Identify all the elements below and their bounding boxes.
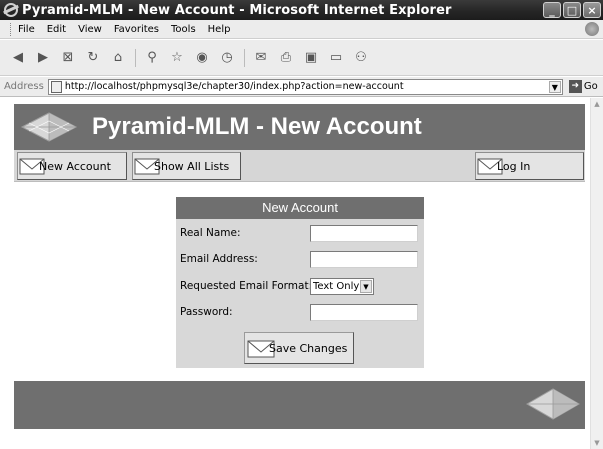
edit-icon[interactable]: ▣ [303, 50, 319, 66]
real-name-row: Real Name: [176, 223, 424, 243]
form-heading: New Account [176, 197, 424, 219]
page-title: Pyramid-MLM - New Account [92, 113, 422, 140]
scroll-up-icon[interactable]: ▲ [591, 98, 603, 110]
password-row: Password: [176, 302, 424, 322]
window-title: Pyramid-MLM - New Account - Microsoft In… [22, 2, 452, 18]
search-icon[interactable]: ⚲ [144, 50, 160, 66]
pyramid-logo-icon [525, 388, 581, 420]
new-account-label: New Account [39, 159, 111, 173]
menu-view[interactable]: View [78, 24, 102, 35]
back-icon[interactable]: ◀ [10, 50, 26, 66]
new-account-button[interactable]: New Account [17, 152, 127, 180]
address-url: http://localhost/phpmysql3e/chapter30/in… [64, 81, 404, 92]
menu-favorites[interactable]: Favorites [114, 24, 159, 35]
forward-icon[interactable]: ▶ [35, 50, 51, 66]
window-title-bar[interactable]: Pyramid-MLM - New Account - Microsoft In… [0, 0, 603, 20]
real-name-input[interactable] [310, 224, 418, 242]
favorites-icon[interactable]: ☆ [169, 50, 185, 66]
home-icon[interactable]: ⌂ [110, 50, 126, 66]
nav-bar: New Account Show All Lists Log In [14, 150, 585, 182]
site-header: Pyramid-MLM - New Account [14, 104, 585, 150]
password-input[interactable] [310, 303, 418, 321]
menu-file[interactable]: File [18, 24, 35, 35]
format-select[interactable]: Text Only ▼ [310, 277, 374, 295]
email-label: Email Address: [180, 253, 258, 265]
log-in-label: Log In [497, 159, 531, 173]
go-button[interactable]: ➜ Go [568, 80, 598, 93]
address-input[interactable]: http://localhost/phpmysql3e/chapter30/in… [47, 78, 563, 95]
format-label: Requested Email Format: [180, 280, 313, 292]
new-account-form: New Account Real Name: Email Address: Re… [176, 197, 424, 368]
chevron-down-icon[interactable]: ▼ [360, 279, 372, 293]
go-arrow-icon: ➜ [568, 80, 582, 93]
address-bar: Address http://localhost/phpmysql3e/chap… [0, 77, 603, 97]
toolbar-separator [135, 48, 136, 67]
mail-icon[interactable]: ✉ [253, 50, 269, 66]
address-label: Address [4, 81, 44, 92]
menu-bar: File Edit View Favorites Tools Help [0, 20, 603, 39]
site-footer [14, 381, 585, 429]
minimize-button[interactable]: _ [543, 2, 561, 18]
save-changes-label: Save Changes [269, 341, 348, 355]
format-value: Text Only [313, 280, 360, 292]
print-icon[interactable]: ⎙ [278, 50, 294, 66]
menu-edit[interactable]: Edit [47, 24, 66, 35]
save-changes-button[interactable]: Save Changes [244, 332, 354, 364]
show-all-lists-label: Show All Lists [154, 159, 230, 173]
media-icon[interactable]: ◉ [194, 50, 210, 66]
go-label: Go [583, 81, 598, 92]
menu-grip [10, 22, 12, 36]
messenger-icon[interactable]: ⚇ [353, 50, 369, 66]
window-controls: _ □ × [543, 2, 601, 18]
scroll-down-icon[interactable]: ▼ [591, 437, 603, 449]
page-viewport: Pyramid-MLM - New Account New Account Sh… [4, 98, 590, 449]
password-label: Password: [180, 306, 233, 318]
pyramid-logo-icon [20, 112, 78, 142]
history-icon[interactable]: ◷ [219, 50, 235, 66]
standard-toolbar: ◀ ▶ ⊠ ↻ ⌂ ⚲ ☆ ◉ ◷ ✉ ⎙ ▣ ▭ ⚇ [0, 40, 603, 76]
email-input[interactable] [310, 250, 418, 268]
ie-logo-icon [4, 3, 18, 17]
stop-icon[interactable]: ⊠ [60, 50, 76, 66]
maximize-button[interactable]: □ [563, 2, 581, 18]
menu-tools[interactable]: Tools [171, 24, 196, 35]
real-name-label: Real Name: [180, 227, 241, 239]
format-row: Requested Email Format: Text Only ▼ [176, 276, 424, 296]
windows-logo-icon [585, 22, 599, 36]
vertical-scrollbar[interactable]: ▲ ▼ [590, 98, 603, 449]
log-in-button[interactable]: Log In [475, 152, 584, 180]
discuss-icon[interactable]: ▭ [328, 50, 344, 66]
email-row: Email Address: [176, 249, 424, 269]
show-all-lists-button[interactable]: Show All Lists [132, 152, 241, 180]
menu-help[interactable]: Help [208, 24, 231, 35]
refresh-icon[interactable]: ↻ [85, 50, 101, 66]
close-button[interactable]: × [583, 2, 601, 18]
toolbar-separator [244, 48, 245, 67]
page-icon [50, 80, 62, 93]
address-dropdown-icon[interactable]: ▼ [548, 80, 561, 93]
